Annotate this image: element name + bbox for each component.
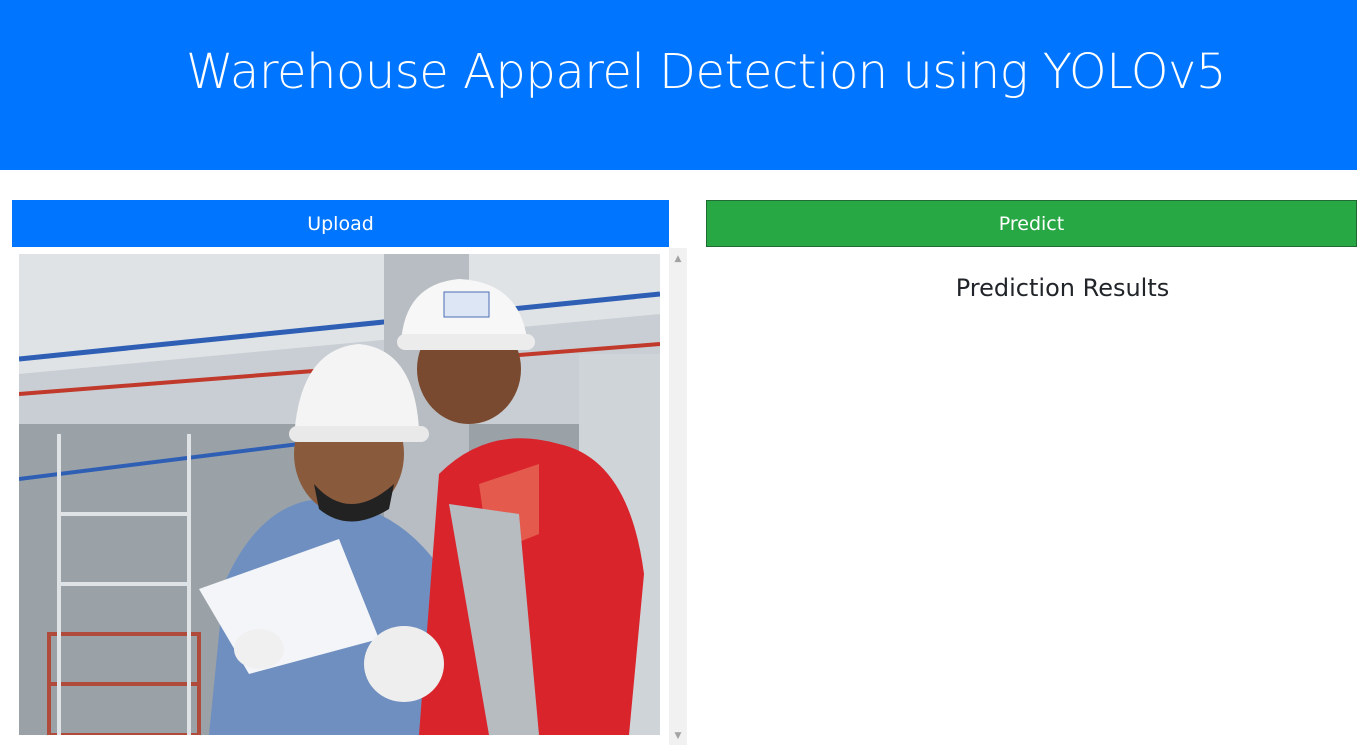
workers-photo-icon [19,254,660,735]
prediction-results-title: Prediction Results [955,274,1170,302]
scroll-up-icon[interactable]: ▲ [669,250,687,268]
predict-button[interactable]: Predict [706,200,1357,247]
page-title: Warehouse Apparel Detection using YOLOv5 [186,44,1226,100]
image-panel-scrollbar[interactable]: ▲ ▼ [669,248,687,745]
scroll-down-icon[interactable]: ▼ [669,727,687,745]
page-header: Warehouse Apparel Detection using YOLOv5 [0,0,1357,170]
uploaded-image-panel[interactable]: ▲ ▼ [12,248,687,745]
upload-button[interactable]: Upload [12,200,669,247]
uploaded-image [19,254,660,735]
